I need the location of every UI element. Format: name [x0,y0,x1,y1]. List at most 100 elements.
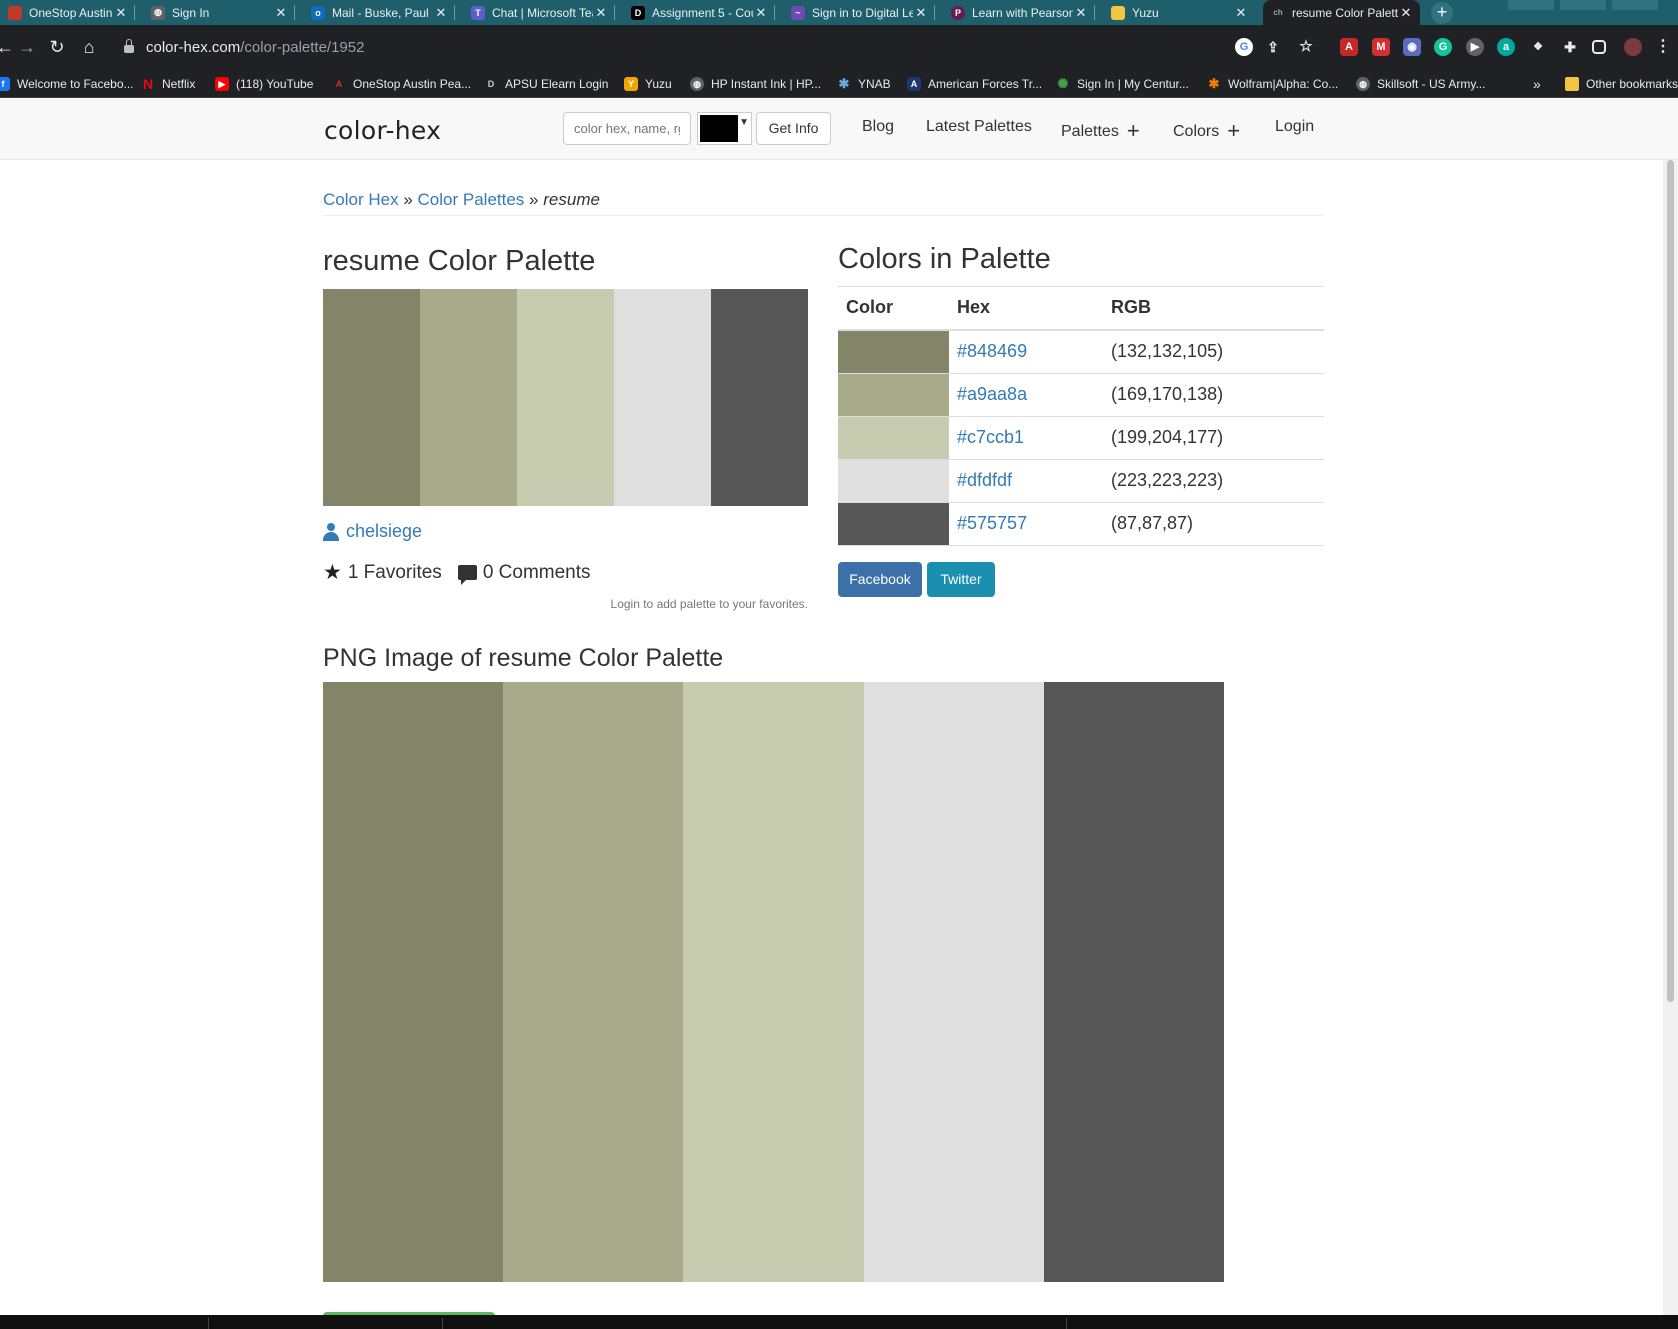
color-swatch-cell [838,329,949,374]
reload-icon[interactable]: ↻ [46,36,68,58]
bookmarks-overflow-icon[interactable]: » [1533,75,1541,93]
home-icon[interactable]: ⌂ [78,36,100,58]
twitter-share-button[interactable]: Twitter [927,562,995,597]
nav-latest-palettes[interactable]: Latest Palettes [926,118,1032,136]
hex-link[interactable]: #a9aa8a [949,373,1103,417]
window-maximize-button[interactable] [1560,0,1606,10]
author-link[interactable]: chelsiege [323,521,422,542]
get-info-button[interactable]: Get Info [756,112,831,145]
play-icon[interactable]: ▶ [1466,38,1484,56]
palette-swatch[interactable] [323,289,420,506]
comment-icon [457,565,477,585]
nav-blog[interactable]: Blog [862,118,894,136]
tab-favicon-icon [8,5,22,20]
tab-title: Yuzu [1132,5,1159,20]
bookmark-star-icon[interactable]: ☆ [1297,38,1315,56]
tab-close-icon[interactable]: ✕ [1233,5,1249,21]
tab-close-icon[interactable]: ✕ [1073,5,1089,21]
yuzu-icon [1111,5,1125,20]
bookmark-item[interactable]: ✱ Wolfram|Alpha: Co... [1207,75,1339,93]
palette-swatch[interactable] [420,289,517,506]
window-minimize-button[interactable] [1508,0,1554,10]
tab-close-icon[interactable]: ✕ [1398,5,1414,21]
share-icon[interactable]: ⇪ [1264,38,1282,56]
facebook-share-button[interactable]: Facebook [838,562,922,597]
hex-link[interactable]: #848469 [949,329,1103,374]
breadcrumb-palettes-link[interactable]: Color Palettes [418,190,525,209]
tab-close-icon[interactable]: ✕ [273,5,289,21]
adblock-icon[interactable]: A [1340,38,1358,56]
url-bar[interactable]: color-hex.com/color-palette/1952 [110,32,1322,62]
bookmark-item[interactable]: N Netflix [141,75,195,93]
menu-kebab-icon[interactable]: ⋮ [1654,38,1672,56]
hex-link[interactable]: #c7ccb1 [949,416,1103,460]
back-icon[interactable]: ← [0,36,16,58]
nav-colors[interactable]: Colors + [1173,118,1240,144]
palette-swatch[interactable] [614,289,711,506]
hex-link[interactable]: #dfdfdf [949,459,1103,503]
extensions-puzzle-icon[interactable]: ✚ [1561,38,1579,56]
browser-tab[interactable]: o Mail - Buske, Paul ✕ [303,0,455,25]
nav-palettes[interactable]: Palettes + [1061,118,1140,144]
bookmark-item[interactable]: ▶ (118) YouTube [215,75,313,93]
browser-tab[interactable]: Yuzu ✕ [1103,0,1255,25]
browser-tab[interactable]: OneStop Austin Peay ✕ [0,0,135,25]
bookmark-item[interactable]: Y Yuzu [624,75,672,93]
site-logo[interactable]: color-hex [324,116,441,145]
new-tab-button[interactable]: + [1431,2,1453,24]
profile-avatar[interactable] [1624,38,1642,56]
tab-close-icon[interactable]: ✕ [433,5,449,21]
google-icon[interactable]: G [1235,38,1253,56]
bookmark-item[interactable]: ✱ YNAB [837,75,891,93]
scrollbar-thumb[interactable] [1667,160,1674,1002]
browser-tab[interactable]: T Chat | Microsoft Teams ✕ [463,0,615,25]
camera-icon[interactable]: ◉ [1403,38,1421,56]
grammarly-icon[interactable]: G [1434,38,1452,56]
page-scrollbar[interactable] [1663,160,1678,1315]
tab-close-icon[interactable]: ✕ [913,5,929,21]
bookmark-item[interactable]: A OneStop Austin Pea... [332,75,471,93]
browser-tab[interactable]: P Learn with Pearson ✕ [943,0,1095,25]
side-panel-icon[interactable] [1592,40,1606,54]
palette-swatch[interactable] [517,289,614,506]
folder-icon [1565,77,1579,91]
bookmark-label: Yuzu [645,77,672,91]
color-search-input[interactable] [563,112,691,145]
address-bar-row: ← → ↻ ⌂ color-hex.com/color-palette/1952… [0,25,1678,69]
column-header-color: Color [838,286,949,331]
bookmark-item[interactable]: A American Forces Tr... [907,75,1042,93]
ynab-icon: ✱ [838,76,850,91]
color-picker-select[interactable]: ▼ [697,112,752,145]
tab-close-icon[interactable]: ✕ [593,5,609,21]
extension-a-icon[interactable]: a [1497,38,1515,56]
dropbox-icon[interactable]: ❖ [1529,38,1547,56]
d2l-icon: D [487,79,495,89]
browser-tab[interactable]: D Assignment 5 - Course ✕ [623,0,775,25]
color-picker-swatch [700,115,738,142]
png-palette-swatch [863,682,1044,1282]
tab-close-icon[interactable]: ✕ [113,5,129,21]
hex-link[interactable]: #575757 [949,502,1103,546]
nav-login[interactable]: Login [1275,118,1314,136]
table-row: #c7ccb1 (199,204,177) [838,416,1324,460]
author-name: chelsiege [346,521,423,541]
bookmark-item[interactable]: D APSU Elearn Login [484,75,609,93]
window-close-button[interactable] [1612,0,1658,10]
plus-icon: + [1227,118,1241,143]
bookmark-item[interactable]: ◍ Skillsoft - US Army... [1356,75,1485,93]
gmail-icon[interactable]: M [1372,38,1390,56]
bookmark-item[interactable]: ◍ HP Instant Ink | HP... [690,75,821,93]
palette-swatch[interactable] [711,289,808,506]
tab-title: Learn with Pearson [972,5,1073,20]
browser-tab[interactable]: ◍ Sign In ✕ [143,0,295,25]
teams-icon: T [471,5,485,20]
breadcrumb-home-link[interactable]: Color Hex [323,190,399,209]
other-bookmarks[interactable]: Other bookmarks [1565,75,1678,93]
browser-tab-active[interactable]: ch resume Color Palette ✕ [1263,0,1420,25]
bookmark-item[interactable]: f Welcome to Facebo... [0,75,134,93]
forward-icon[interactable]: → [16,36,38,58]
rgb-value: (87,87,87) [1103,502,1324,546]
bookmark-item[interactable]: ✺ Sign In | My Centur... [1056,75,1189,93]
tab-close-icon[interactable]: ✕ [753,5,769,21]
browser-tab[interactable]: ~ Sign in to Digital Learning ✕ [783,0,935,25]
